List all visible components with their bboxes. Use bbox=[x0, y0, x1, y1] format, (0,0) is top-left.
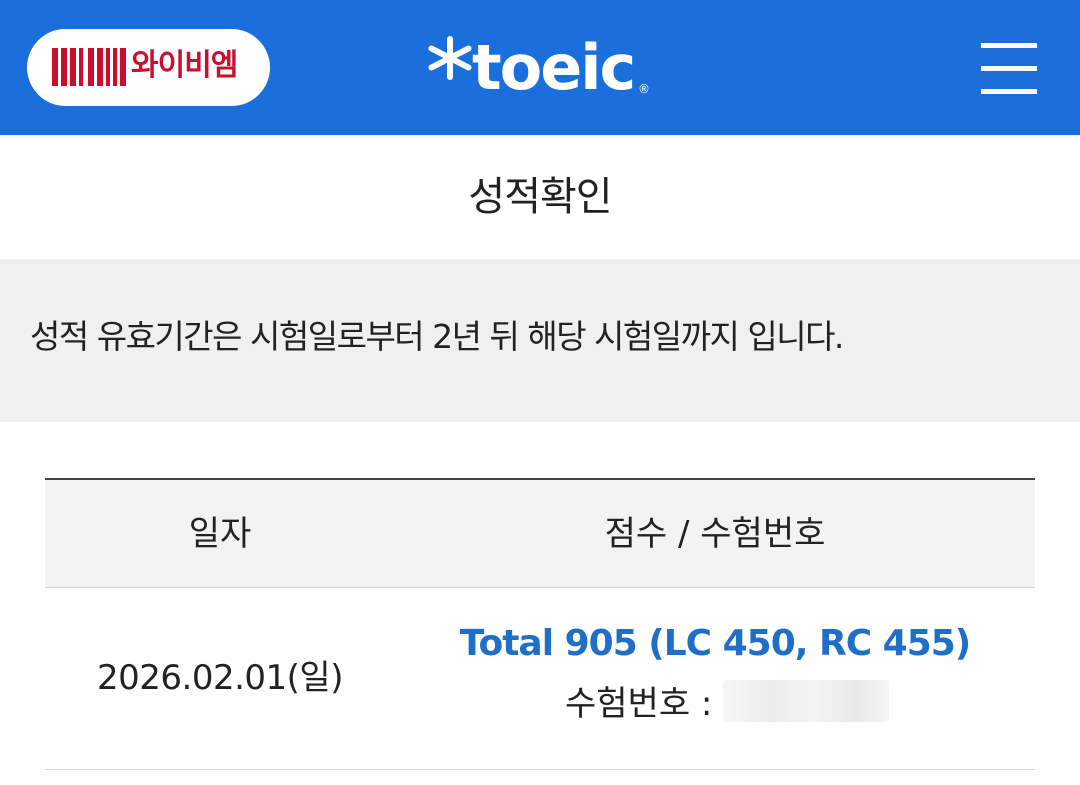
ybm-home-button[interactable]: 와이비엠 bbox=[27, 29, 270, 106]
column-header-score: 점수 / 수험번호 bbox=[604, 514, 826, 554]
menu-bar-middle bbox=[981, 66, 1037, 71]
app-header: 와이비엠 toeic ® bbox=[0, 0, 1080, 135]
menu-bar-bottom bbox=[981, 89, 1037, 94]
page-title: 성적확인 bbox=[468, 174, 612, 220]
validity-notice-text: 성적 유효기간은 시험일로부터 2년 뒤 해당 시험일까지 입니다. bbox=[30, 317, 844, 356]
exam-date: 2026.02.01(일) bbox=[97, 658, 343, 698]
ybm-logo-icon bbox=[52, 48, 126, 86]
ybm-brand-name: 와이비엠 bbox=[131, 48, 238, 83]
toeic-asterisk-icon bbox=[428, 36, 472, 80]
score-summary-link[interactable]: Total 905 (LC 450, RC 455) bbox=[395, 620, 1035, 668]
menu-bar-top bbox=[981, 43, 1037, 48]
exam-number-label: 수험번호 : bbox=[565, 684, 713, 724]
score-cell: Total 905 (LC 450, RC 455) 수험번호 : bbox=[395, 588, 1035, 769]
table-header: 일자 점수 / 수험번호 bbox=[45, 478, 1035, 588]
column-header-date: 일자 bbox=[188, 514, 252, 554]
validity-notice: 성적 유효기간은 시험일로부터 2년 뒤 해당 시험일까지 입니다. bbox=[0, 259, 1080, 422]
hamburger-menu-icon[interactable] bbox=[975, 40, 1043, 98]
registered-mark: ® bbox=[638, 82, 650, 96]
toeic-wordmark: toeic bbox=[472, 31, 636, 104]
table-row: 2026.02.01(일) Total 905 (LC 450, RC 455)… bbox=[45, 588, 1035, 770]
exam-number-redacted bbox=[723, 680, 889, 722]
